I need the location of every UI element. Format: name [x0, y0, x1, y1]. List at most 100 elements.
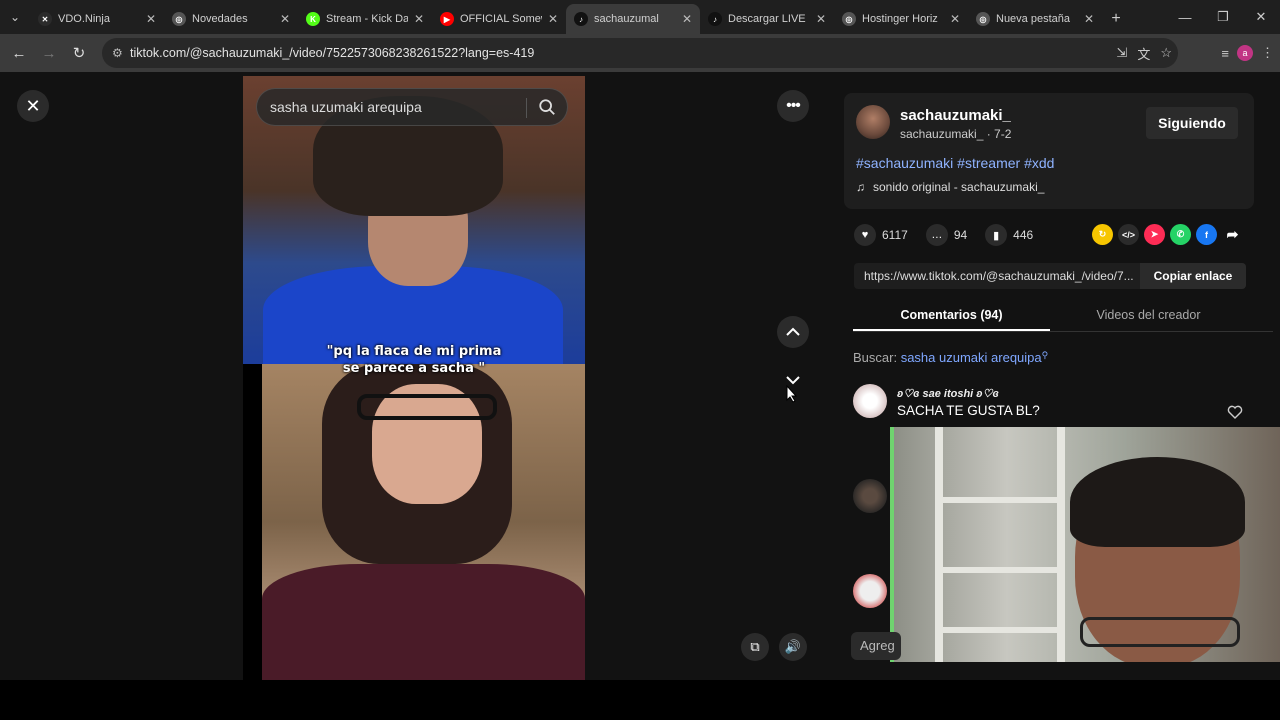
forward-icon[interactable]: →	[34, 38, 64, 68]
tab-creator-videos[interactable]: Videos del creador	[1050, 300, 1247, 331]
address-url: tiktok.com/@sachauzumaki_/video/75225730…	[130, 46, 535, 60]
bookmark-star-icon[interactable]: ☆	[1160, 45, 1172, 61]
close-tab-icon[interactable]: ✕	[548, 12, 558, 26]
commenter-avatar[interactable]	[853, 479, 887, 513]
tab-title: Nueva pestaña	[996, 13, 1070, 25]
maximize-icon[interactable]: ❐	[1204, 0, 1242, 34]
translate-icon[interactable]: 文	[1137, 44, 1150, 63]
caption-line-2: se parece a sacha "	[342, 361, 486, 376]
tab-comments[interactable]: Comentarios (94)	[853, 300, 1050, 331]
heart-icon: ♥	[854, 224, 876, 246]
close-tab-icon[interactable]: ✕	[414, 12, 424, 26]
creator-avatar[interactable]	[856, 105, 890, 139]
tab-title: sachauzumal	[594, 13, 659, 25]
browser-tab[interactable]: ✕ VDO.Ninja ✕	[30, 4, 164, 34]
share-arrow-icon[interactable]: ➦	[1222, 224, 1243, 245]
hashtags[interactable]: #sachauzumaki #streamer #xdd	[856, 155, 1054, 171]
caption-line-1: "pq la flaca de mi prima	[326, 344, 502, 359]
video-search-text: sasha uzumaki arequipa	[270, 99, 422, 115]
tab-title: OFFICIAL Somew	[460, 13, 542, 25]
copy-link-button[interactable]: Copiar enlace	[1140, 263, 1246, 289]
commenter-name[interactable]: ʚ♡ɞ sae itoshi ʚ♡ɞ	[897, 387, 999, 400]
install-app-icon[interactable]: ⇲	[1116, 45, 1127, 61]
comment-bubble-icon: …	[925, 224, 948, 246]
whatsapp-icon[interactable]: ✆	[1170, 224, 1191, 245]
close-tab-icon[interactable]: ✕	[682, 12, 692, 26]
video-info-card: sachauzumaki_ sachauzumaki_ · 7-2 Siguie…	[844, 93, 1254, 209]
browser-tab[interactable]: ◎ Nueva pestaña ✕	[968, 4, 1102, 34]
tab-title: Descargar LIVE	[728, 13, 806, 25]
back-icon[interactable]: ←	[4, 38, 34, 68]
close-tab-icon[interactable]: ✕	[950, 12, 960, 26]
site-info-icon[interactable]: ⚙	[112, 46, 130, 60]
sound-title: sonido original - sachauzumaki_	[873, 180, 1045, 194]
share-link-field[interactable]: https://www.tiktok.com/@sachauzumaki_/vi…	[854, 263, 1246, 289]
media-controls-icon[interactable]: ≡	[1221, 46, 1229, 61]
video-caption: "pq la flaca de mi prima se parece a sac…	[243, 343, 585, 377]
browser-tab[interactable]: ◎ Hostinger Horiz ✕	[834, 4, 968, 34]
music-note-icon: ♫	[856, 180, 865, 194]
share-options: ↻ </> ➤ ✆ f ➦	[1092, 224, 1243, 245]
video-player[interactable]: "pq la flaca de mi prima se parece a sac…	[243, 76, 585, 680]
reload-icon[interactable]: ↻	[64, 38, 94, 68]
repost-icon[interactable]: ↻	[1092, 224, 1113, 245]
comment-button[interactable]: … 94	[925, 224, 968, 246]
creator-subline: sachauzumaki_ · 7-2	[900, 127, 1012, 141]
address-bar[interactable]: ⚙ tiktok.com/@sachauzumaki_/video/752257…	[102, 38, 1178, 68]
video-search-input[interactable]: sasha uzumaki arequipa	[256, 88, 568, 126]
close-video-button[interactable]: ✕	[17, 90, 49, 122]
following-button[interactable]: Siguiendo	[1146, 107, 1238, 139]
search-small-icon: ⚲	[1041, 350, 1049, 360]
browser-tab[interactable]: ◎ Novedades ✕	[164, 4, 298, 34]
facebook-icon[interactable]: f	[1196, 224, 1217, 245]
embed-code-icon[interactable]: </>	[1118, 224, 1139, 245]
volume-button[interactable]: 🔊	[779, 633, 807, 661]
creator-username[interactable]: sachauzumaki_	[900, 107, 1011, 124]
send-to-friends-icon[interactable]: ➤	[1144, 224, 1165, 245]
globe-icon: ◎	[172, 12, 186, 26]
commenter-avatar[interactable]	[853, 574, 887, 608]
previous-video-button[interactable]	[777, 316, 809, 348]
tab-search-menu-icon[interactable]: ⌄	[0, 0, 30, 34]
close-tab-icon[interactable]: ✕	[146, 12, 156, 26]
save-button[interactable]: ▮ 446	[985, 224, 1033, 246]
panel-tabs: Comentarios (94) Videos del creador	[853, 300, 1273, 332]
like-button[interactable]: ♥ 6117	[854, 224, 908, 246]
browser-tab[interactable]: ♪ Descargar LIVE ✕	[700, 4, 834, 34]
mouse-cursor-icon	[786, 385, 798, 403]
close-window-icon[interactable]: ✕	[1242, 0, 1280, 34]
new-tab-button[interactable]: +	[1102, 4, 1130, 34]
close-tab-icon[interactable]: ✕	[816, 12, 826, 26]
more-options-button[interactable]: •••	[777, 90, 809, 122]
search-label: Buscar:	[853, 350, 898, 365]
chrome-icon: ◎	[976, 12, 990, 26]
browser-menu-icon[interactable]: ⋮	[1261, 45, 1274, 61]
close-tab-icon[interactable]: ✕	[1084, 12, 1094, 26]
search-icon[interactable]	[538, 98, 556, 116]
browser-tab[interactable]: ♪ sachauzumal ✕	[566, 4, 700, 34]
chevron-up-icon	[786, 327, 800, 336]
search-term[interactable]: sasha uzumaki arequipa	[901, 350, 1042, 365]
tab-title: Hostinger Horiz	[862, 13, 938, 25]
add-comment-input[interactable]: Agreg	[851, 632, 901, 660]
comment-count: 94	[953, 228, 968, 242]
vdo-ninja-icon: ✕	[38, 12, 52, 26]
youtube-icon: ▶	[440, 12, 454, 26]
bookmark-icon: ▮	[985, 224, 1008, 246]
picture-in-picture-button[interactable]: ⧉	[741, 633, 769, 661]
minimize-icon[interactable]: —	[1166, 0, 1204, 34]
bottom-bar	[0, 680, 1280, 720]
browser-tab[interactable]: ▶ OFFICIAL Somew ✕	[432, 4, 566, 34]
commenter-avatar[interactable]	[853, 384, 887, 418]
close-tab-icon[interactable]: ✕	[280, 12, 290, 26]
globe-icon: ◎	[842, 12, 856, 26]
kick-icon: K	[306, 12, 320, 26]
browser-tab[interactable]: K Stream - Kick Da ✕	[298, 4, 432, 34]
comment-item: ʚ♡ɞ sae itoshi ʚ♡ɞ SACHA TE GUSTA BL?	[853, 384, 1243, 424]
sound-row[interactable]: ♫ sonido original - sachauzumaki_	[856, 180, 1044, 194]
tab-title: Novedades	[192, 13, 248, 25]
profile-avatar[interactable]: a	[1237, 45, 1253, 61]
comment-like-heart-icon[interactable]	[1227, 404, 1243, 420]
like-count: 6117	[882, 228, 908, 242]
comment-search-suggestion[interactable]: Buscar: sasha uzumaki arequipa⚲	[853, 350, 1048, 365]
